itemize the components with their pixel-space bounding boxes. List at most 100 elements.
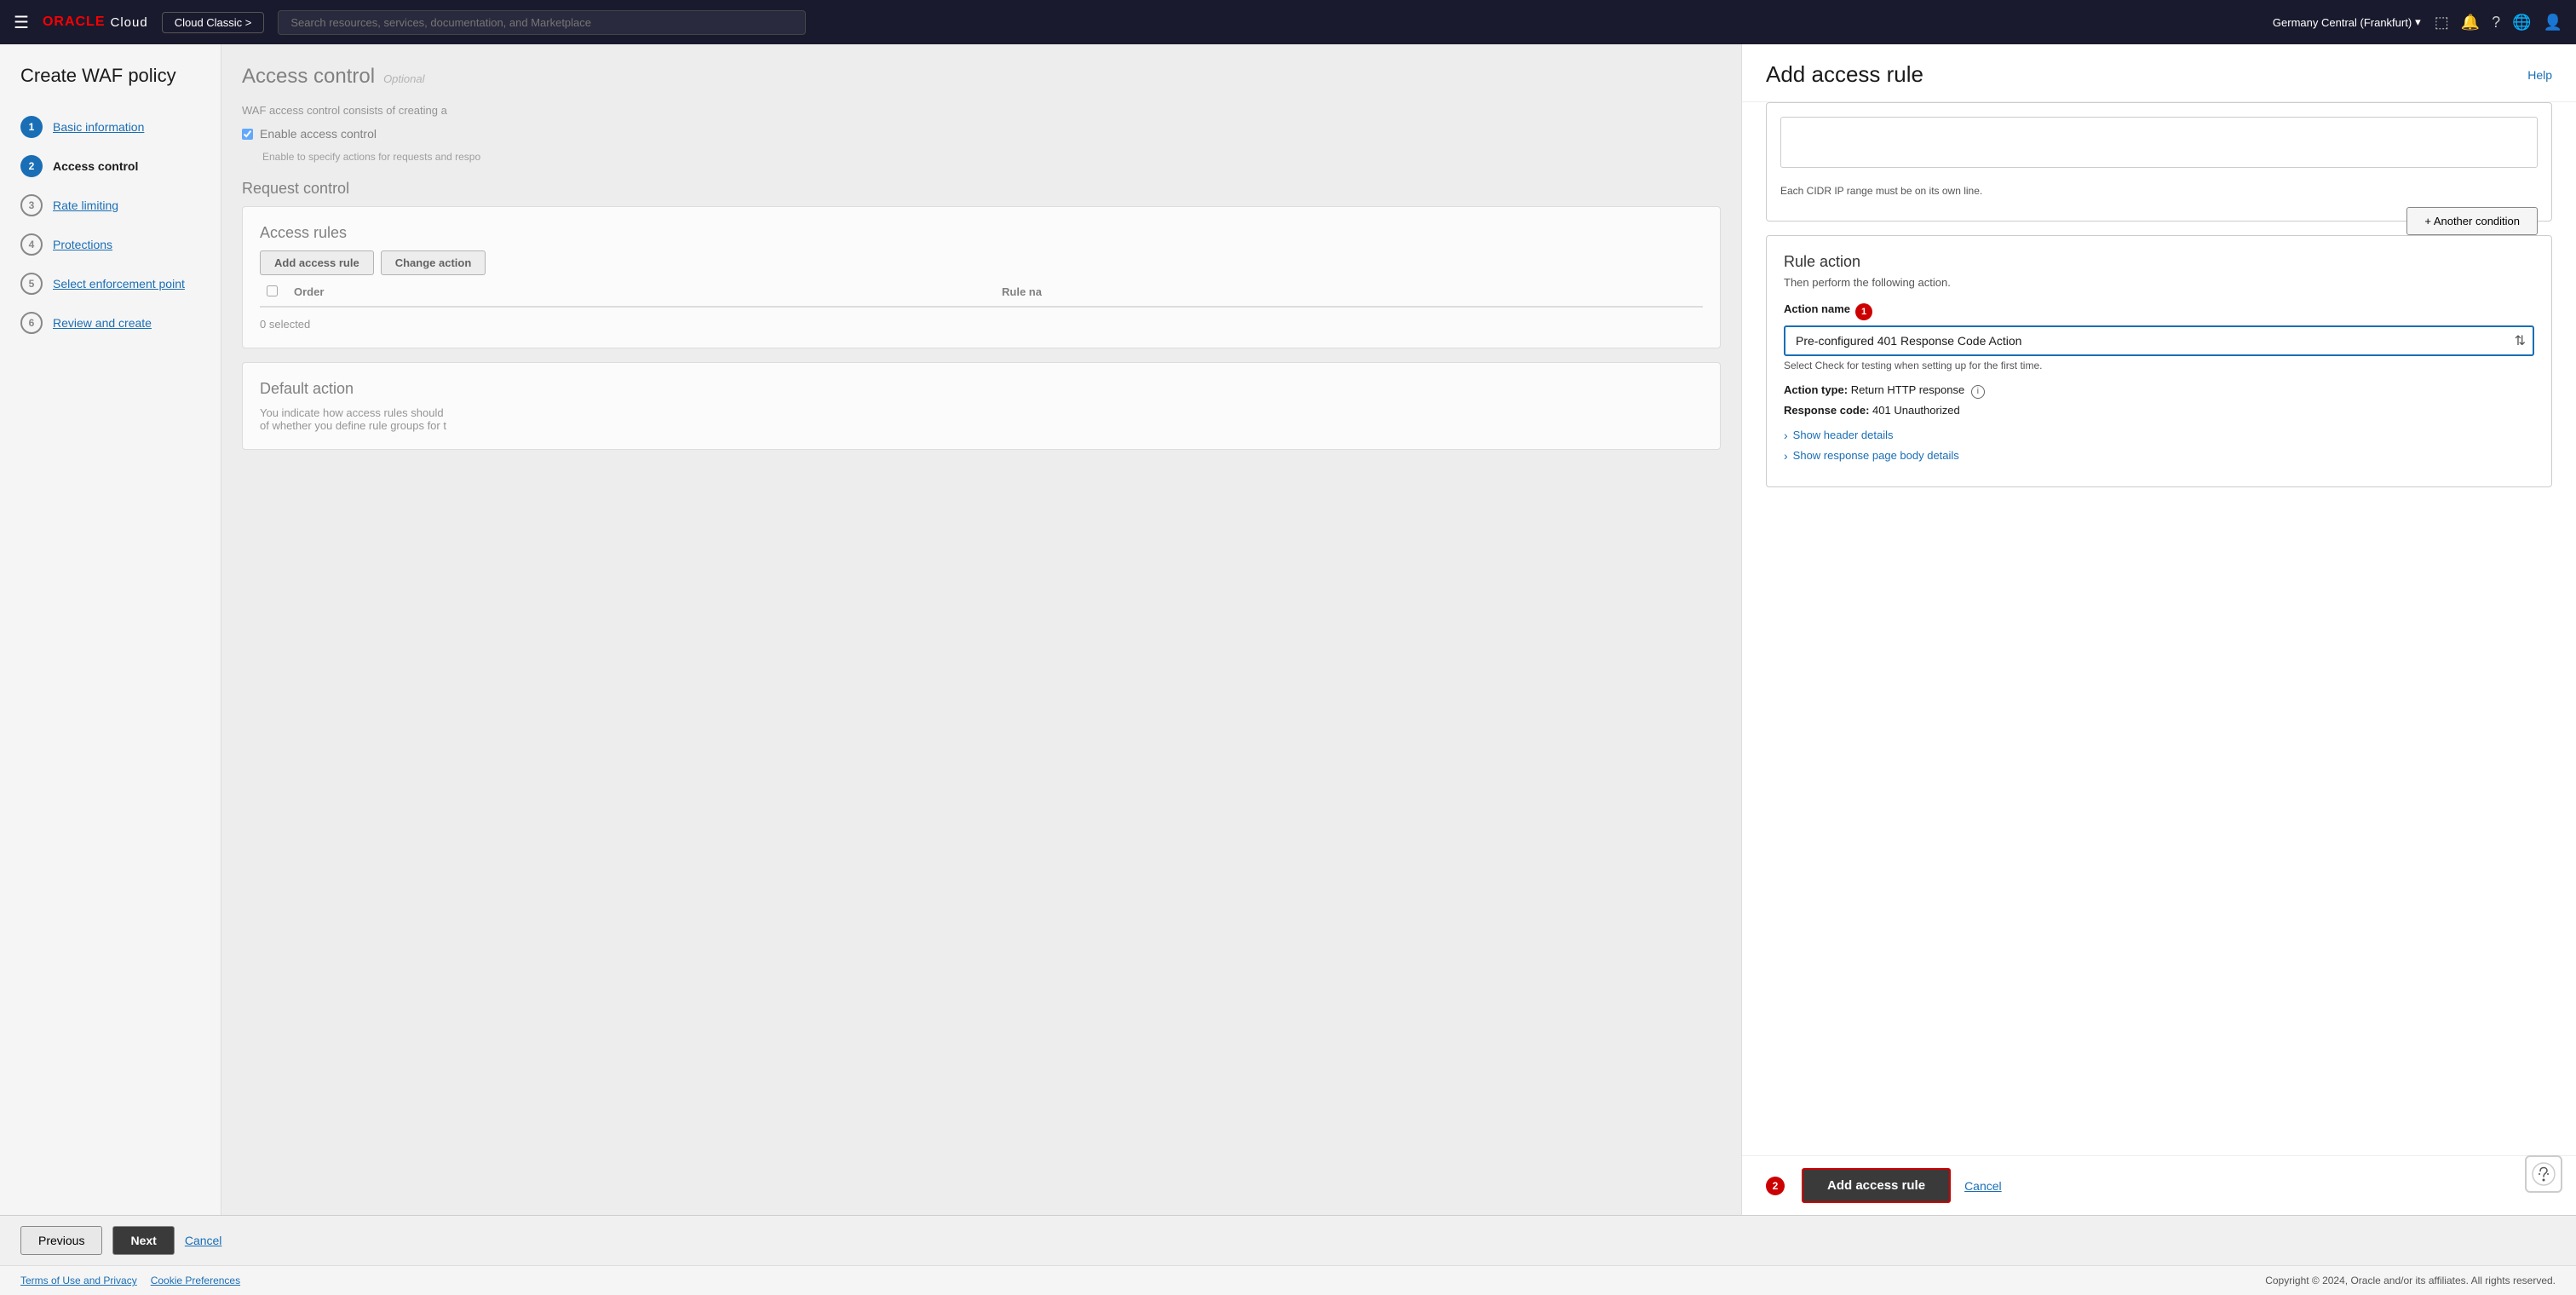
default-action-desc2: of whether you define rule groups for t	[260, 419, 1703, 432]
bell-icon[interactable]: 🔔	[2461, 14, 2480, 32]
request-control-title: Request control	[242, 180, 1721, 198]
access-control-desc: WAF access control consists of creating …	[242, 104, 1721, 117]
show-header-details-label: Show header details	[1793, 429, 1894, 441]
help-float-icon	[2532, 1162, 2556, 1186]
globe-icon[interactable]: 🌐	[2512, 14, 2531, 32]
rule-action-box: Rule action Then perform the following a…	[1766, 235, 2552, 487]
sidebar-step-1[interactable]: 1 Basic information	[0, 107, 221, 147]
rule-action-desc: Then perform the following action.	[1784, 276, 2534, 289]
add-access-rule-submit-button[interactable]: Add access rule	[1802, 1168, 1951, 1203]
cidr-note: Each CIDR IP range must be on its own li…	[1780, 185, 2538, 197]
step-6-number: 6	[20, 312, 43, 334]
help-icon[interactable]: ?	[2492, 14, 2500, 32]
step-3-number: 3	[20, 194, 43, 216]
right-panel-footer: 2 Add access rule Cancel	[1742, 1155, 2576, 1215]
response-code-row: Response code: 401 Unauthorized	[1784, 404, 2534, 417]
enable-access-control-checkbox[interactable]	[242, 129, 253, 140]
action-name-label: Action name	[1784, 302, 1850, 315]
right-panel-body: Each CIDR IP range must be on its own li…	[1742, 102, 2576, 1155]
action-name-label-row: Action name 1	[1784, 302, 2534, 320]
col-rule-name: Rule na	[995, 285, 1703, 299]
show-response-body-label: Show response page body details	[1793, 449, 1959, 462]
region-selector[interactable]: Germany Central (Frankfurt) ▾	[2273, 15, 2421, 29]
monitor-icon[interactable]: ⬚	[2435, 14, 2449, 32]
access-rules-title: Access rules	[260, 224, 1703, 242]
oracle-text: ORACLE	[43, 14, 106, 30]
info-icon[interactable]: i	[1971, 385, 1985, 399]
condition-box: Each CIDR IP range must be on its own li…	[1766, 102, 2552, 222]
default-action-block: Default action You indicate how access r…	[242, 362, 1721, 450]
enable-checkbox-row: Enable access control	[242, 127, 1721, 141]
action-select-hint: Select Check for testing when setting up…	[1784, 360, 2534, 371]
user-icon[interactable]: 👤	[2544, 14, 2562, 32]
footer-links: Terms of Use and Privacy Cookie Preferen…	[20, 1275, 240, 1286]
next-button[interactable]: Next	[112, 1226, 174, 1255]
action-type-label: Action type:	[1784, 383, 1848, 396]
sidebar-step-4[interactable]: 4 Protections	[0, 225, 221, 264]
cookie-link[interactable]: Cookie Preferences	[151, 1275, 240, 1286]
enable-checkbox-hint: Enable to specify actions for requests a…	[262, 151, 1721, 163]
sidebar-step-2[interactable]: 2 Access control	[0, 147, 221, 186]
copyright-text: Copyright © 2024, Oracle and/or its affi…	[2265, 1275, 2556, 1286]
terms-link[interactable]: Terms of Use and Privacy	[20, 1275, 137, 1286]
action-name-select[interactable]: Pre-configured 401 Response Code Action	[1784, 325, 2534, 356]
optional-label: Optional	[383, 72, 424, 85]
main-layout: Create WAF policy 1 Basic information 2 …	[0, 44, 2576, 1215]
table-header: Order Rule na	[260, 285, 1703, 308]
help-link[interactable]: Help	[2527, 68, 2552, 82]
step-6-label[interactable]: Review and create	[53, 316, 152, 330]
cancel-button[interactable]: Cancel	[1964, 1179, 2002, 1193]
show-response-body-link[interactable]: › Show response page body details	[1784, 449, 2534, 463]
another-condition-button[interactable]: + Another condition	[2406, 207, 2538, 235]
previous-button[interactable]: Previous	[20, 1226, 102, 1255]
step-3-label[interactable]: Rate limiting	[53, 199, 118, 212]
show-header-details-link[interactable]: › Show header details	[1784, 429, 2534, 442]
add-access-rule-panel: Add access rule Help Each CIDR IP range …	[1741, 44, 2576, 1215]
chevron-down-icon: ▾	[2415, 15, 2421, 29]
step-5-label[interactable]: Select enforcement point	[53, 277, 185, 291]
step-1-number: 1	[20, 116, 43, 138]
chevron-right-icon: ›	[1784, 429, 1788, 442]
enable-checkbox-label: Enable access control	[260, 127, 377, 141]
selected-count: 0 selected	[260, 318, 1703, 331]
oracle-logo: ORACLE Cloud	[43, 14, 148, 30]
floating-help-button[interactable]	[2525, 1155, 2562, 1193]
step-5-number: 5	[20, 273, 43, 295]
step-1-label[interactable]: Basic information	[53, 120, 144, 134]
action-select-wrap: Pre-configured 401 Response Code Action …	[1784, 325, 2534, 356]
add-access-rule-button[interactable]: Add access rule	[260, 250, 374, 275]
cancel-bottom-button[interactable]: Cancel	[185, 1234, 222, 1247]
sidebar: Create WAF policy 1 Basic information 2 …	[0, 44, 221, 1215]
table-toolbar: Add access rule Change action	[260, 250, 1703, 275]
step-4-number: 4	[20, 233, 43, 256]
center-panel: Access control Optional WAF access contr…	[221, 44, 1741, 1215]
change-action-button[interactable]: Change action	[381, 250, 486, 275]
response-code-label: Response code:	[1784, 404, 1869, 417]
bottom-navigation-bar: Previous Next Cancel	[0, 1215, 2576, 1265]
rule-action-title: Rule action	[1784, 253, 2534, 271]
cloud-classic-button[interactable]: Cloud Classic >	[162, 12, 265, 33]
hamburger-menu-icon[interactable]: ☰	[14, 12, 29, 33]
chevron-right-icon-2: ›	[1784, 449, 1788, 463]
sidebar-step-5[interactable]: 5 Select enforcement point	[0, 264, 221, 303]
step-4-label[interactable]: Protections	[53, 238, 112, 251]
default-action-title: Default action	[260, 380, 1703, 398]
sidebar-step-3[interactable]: 3 Rate limiting	[0, 186, 221, 225]
search-input[interactable]	[278, 10, 806, 35]
badge-2: 2	[1766, 1177, 1785, 1195]
access-rules-block: Access rules Add access rule Change acti…	[242, 206, 1721, 348]
access-control-title: Access control	[242, 65, 375, 89]
nav-icons: ⬚ 🔔 ? 🌐 👤	[2435, 14, 2562, 32]
action-type-row: Action type: Return HTTP response i	[1784, 383, 2534, 399]
action-type-value: Return HTTP response	[1851, 383, 1964, 396]
col-order: Order	[287, 285, 995, 299]
step-2-number: 2	[20, 155, 43, 177]
top-navigation: ☰ ORACLE Cloud Cloud Classic > Germany C…	[0, 0, 2576, 44]
sidebar-steps: 1 Basic information 2 Access control 3 R…	[0, 107, 221, 342]
select-all-checkbox[interactable]	[267, 285, 278, 296]
response-code-value: 401 Unauthorized	[1872, 404, 1960, 417]
right-panel-header: Add access rule Help	[1742, 44, 2576, 102]
add-access-rule-title: Add access rule	[1766, 61, 1923, 88]
page-footer: Terms of Use and Privacy Cookie Preferen…	[0, 1265, 2576, 1295]
sidebar-step-6[interactable]: 6 Review and create	[0, 303, 221, 342]
